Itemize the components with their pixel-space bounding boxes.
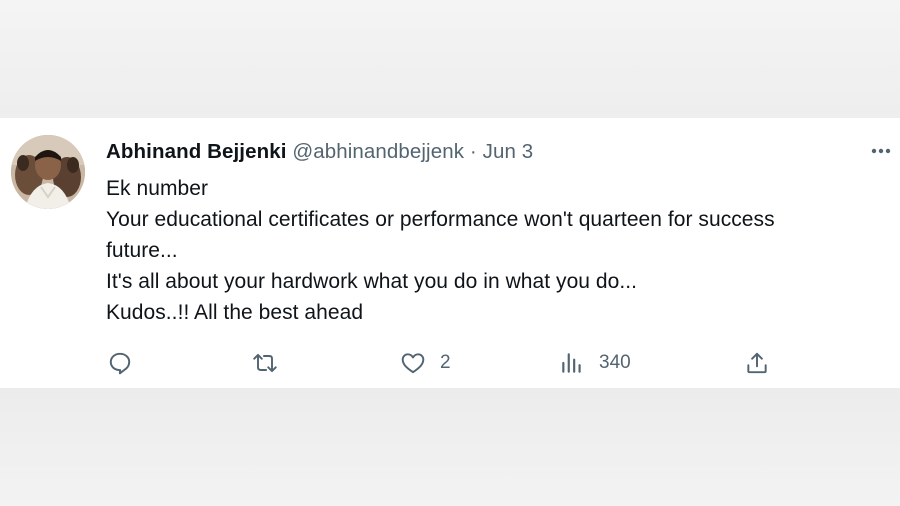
tweet-text-line: Kudos..!! All the best ahead [106,301,364,324]
tweet-card[interactable]: Abhinand Bejjenki @abhinandbejjenk · Jun… [0,118,900,388]
user-handle[interactable]: @abhinandbejjenk [292,140,464,163]
reply-icon [109,352,131,375]
views-count: 340 [599,352,631,373]
backdrop-bottom [0,388,900,506]
views-icon [562,353,581,373]
tweet-text-line: Your educational certificates or perform… [106,208,775,231]
action-bar: 2 340 [0,346,900,380]
tweet-text-line: Ek number [106,177,208,200]
tweet-text-line: future... [106,239,178,262]
retweet-button[interactable] [251,346,279,380]
retweet-icon [253,353,277,373]
tweet-header: Abhinand Bejjenki @abhinandbejjenk · Jun… [106,140,533,164]
more-icon [871,148,891,154]
tweet-text: Ek number Your educational certificates … [106,173,896,328]
like-count: 2 [440,352,451,373]
share-icon [747,352,767,374]
share-button[interactable] [744,346,770,380]
like-button[interactable]: 2 [400,346,451,380]
backdrop-top [0,0,900,118]
heart-icon [401,353,425,374]
views-button[interactable]: 340 [559,346,631,380]
tweet-text-line: It's all about your hardwork what you do… [106,270,638,293]
more-button[interactable] [868,138,894,164]
reply-button[interactable] [107,346,133,380]
header-separator: · [469,140,477,163]
display-name[interactable]: Abhinand Bejjenki [106,140,287,163]
tweet-date[interactable]: Jun 3 [483,140,534,163]
avatar[interactable] [11,135,85,209]
